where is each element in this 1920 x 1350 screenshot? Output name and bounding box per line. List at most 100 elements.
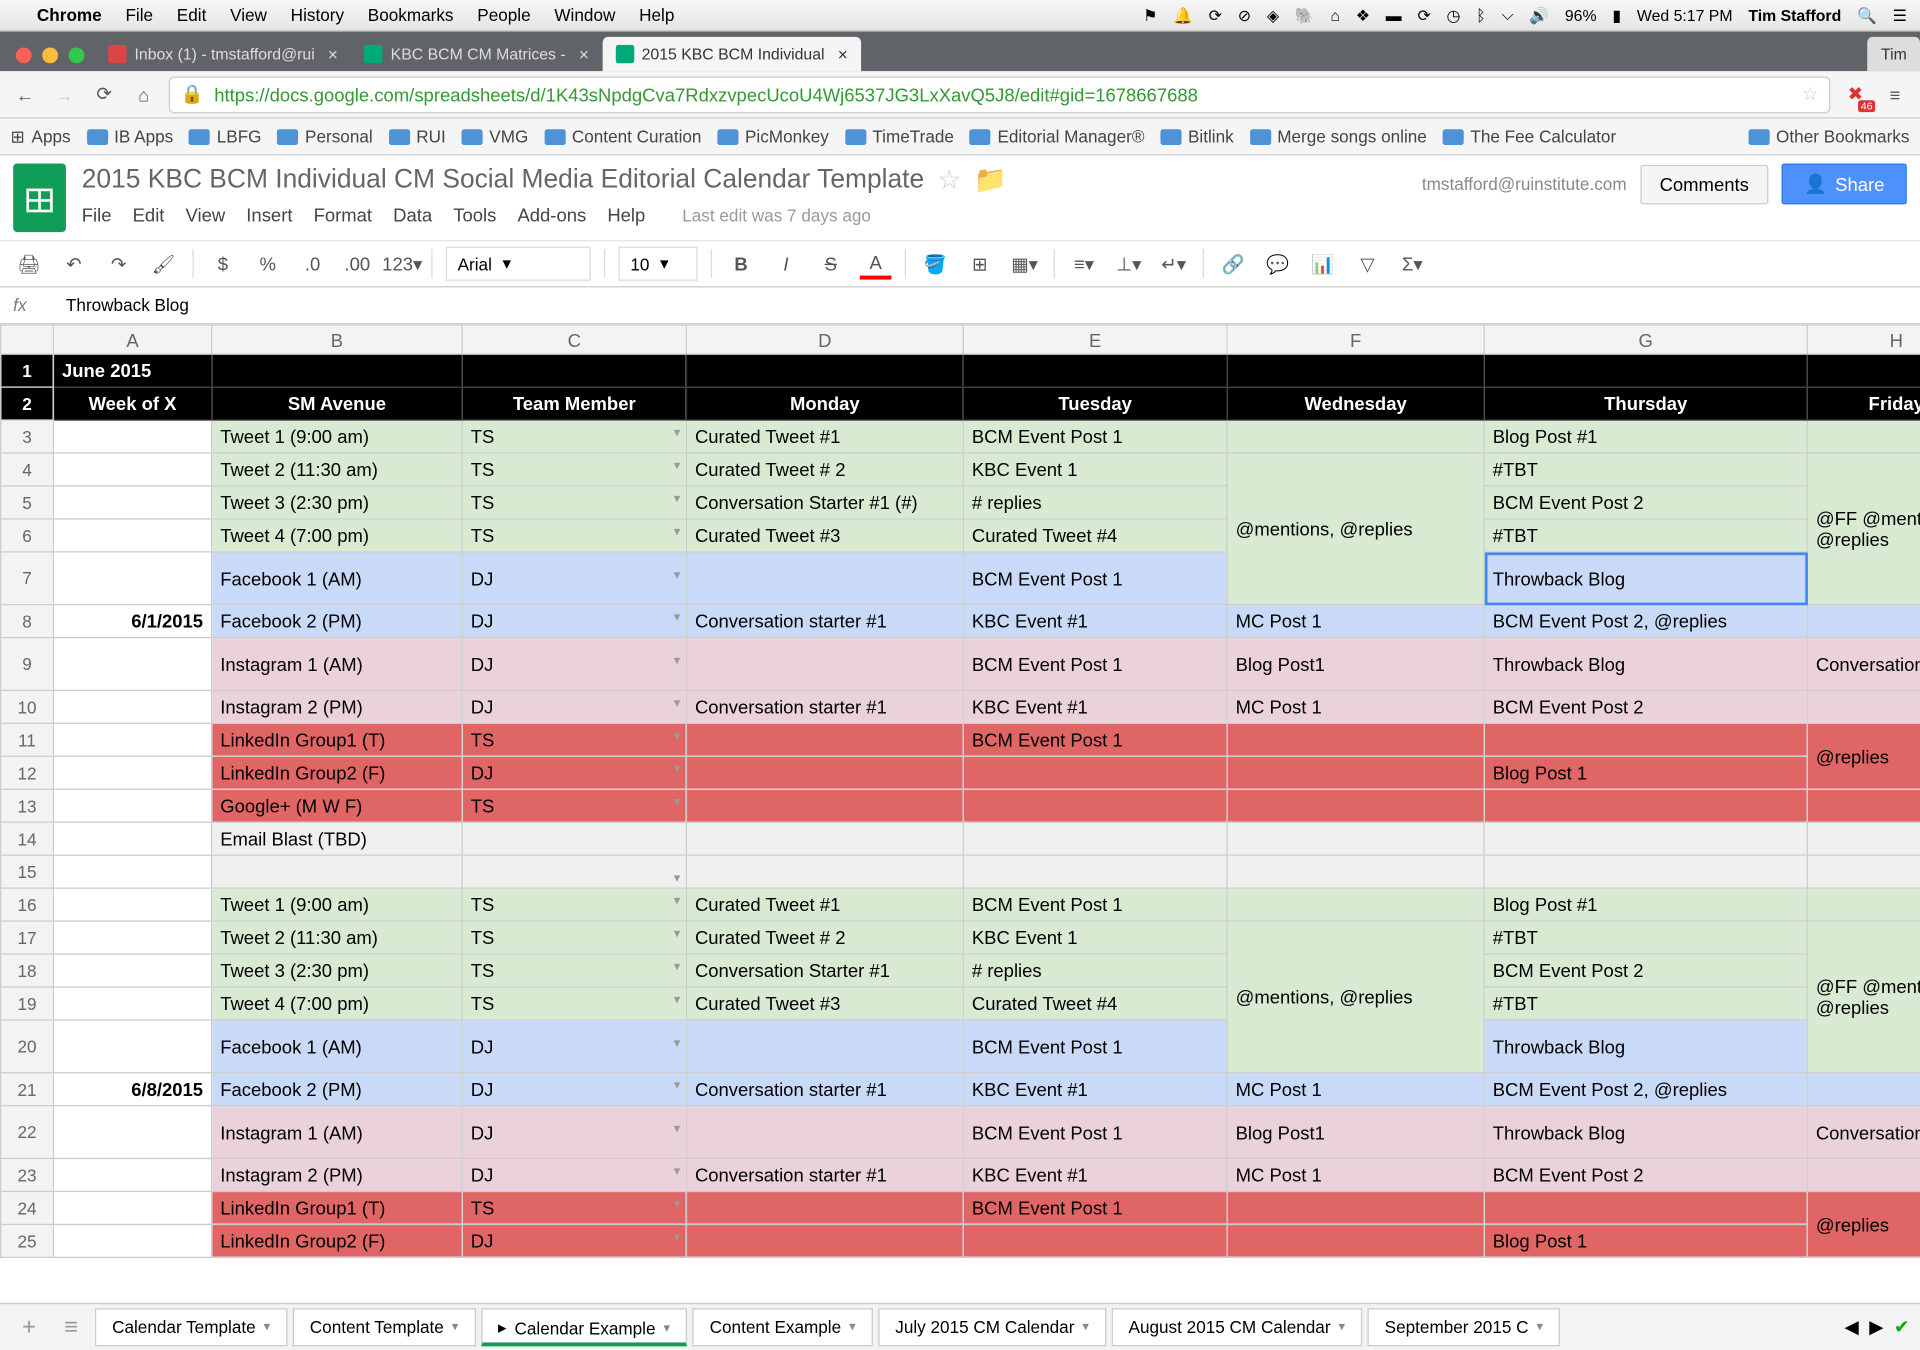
sheet-tab[interactable]: Content Template▾ xyxy=(293,1308,476,1346)
document-title[interactable]: 2015 KBC BCM Individual CM Social Media … xyxy=(82,165,924,195)
doc-menu-data[interactable]: Data xyxy=(393,204,432,225)
cell[interactable]: Blog Post 1 xyxy=(1484,756,1807,789)
reload-button[interactable]: ⟳ xyxy=(90,80,119,109)
extension-icon[interactable]: ✖46 xyxy=(1841,80,1870,109)
cell[interactable] xyxy=(53,1224,211,1257)
cell[interactable] xyxy=(1807,420,1920,453)
cell[interactable] xyxy=(53,1106,211,1159)
row-header[interactable]: 23 xyxy=(1,1158,54,1191)
close-tab-icon[interactable]: × xyxy=(579,44,589,64)
cell[interactable]: MC Post 1 xyxy=(1227,1158,1484,1191)
row-header[interactable]: 4 xyxy=(1,453,54,486)
cell[interactable] xyxy=(462,822,686,855)
menubar-icon[interactable]: ❖ xyxy=(1356,6,1370,24)
cell[interactable] xyxy=(53,519,211,552)
row-header[interactable]: 8 xyxy=(1,605,54,638)
cell[interactable] xyxy=(53,888,211,921)
column-header[interactable]: B xyxy=(212,325,463,354)
cell[interactable]: LinkedIn Group1 (T) xyxy=(212,1191,463,1224)
cell[interactable]: TS xyxy=(462,954,686,987)
cell[interactable]: Thursday xyxy=(1484,387,1807,420)
cell[interactable]: BCM Event Post 1 xyxy=(963,1191,1227,1224)
cell[interactable]: MC Post 1 xyxy=(1227,605,1484,638)
decrease-decimal-icon[interactable]: .0 xyxy=(297,248,329,280)
mac-menu-people[interactable]: People xyxy=(477,5,530,25)
sheet-tab[interactable]: Content Example▾ xyxy=(692,1308,872,1346)
profile-button[interactable]: Tim xyxy=(1868,37,1920,71)
cell[interactable]: TS xyxy=(462,486,686,519)
sheet-tab[interactable]: August 2015 CM Calendar▾ xyxy=(1111,1308,1362,1346)
comments-button[interactable]: Comments xyxy=(1640,164,1769,204)
cell[interactable]: BCM Event Post 1 xyxy=(963,1020,1227,1073)
row-header[interactable]: 15 xyxy=(1,855,54,888)
cell[interactable]: Instagram 1 (AM) xyxy=(212,638,463,691)
cell[interactable]: Tweet 4 (7:00 pm) xyxy=(212,519,463,552)
column-header[interactable]: H xyxy=(1807,325,1920,354)
menubar-icon[interactable]: ◈ xyxy=(1267,6,1279,24)
app-name[interactable]: Chrome xyxy=(37,5,102,25)
row-header[interactable]: 13 xyxy=(1,789,54,822)
insert-comment-icon[interactable]: 💬 xyxy=(1262,248,1294,280)
battery-icon[interactable]: ▮ xyxy=(1612,6,1621,24)
cell[interactable] xyxy=(1227,855,1484,888)
cell[interactable]: 6/1/2015 xyxy=(53,605,211,638)
insert-link-icon[interactable]: 🔗 xyxy=(1217,248,1249,280)
bluetooth-icon[interactable]: ᛒ xyxy=(1476,6,1485,24)
menubar-icon[interactable]: ⌂ xyxy=(1330,6,1340,24)
doc-menu-format[interactable]: Format xyxy=(314,204,372,225)
cell[interactable]: Instagram 2 (PM) xyxy=(212,690,463,723)
wifi-icon[interactable]: ⌵ xyxy=(1502,5,1514,25)
explore-icon[interactable]: ✔ xyxy=(1894,1316,1909,1338)
row-header[interactable]: 20 xyxy=(1,1020,54,1073)
mac-menu-history[interactable]: History xyxy=(291,5,344,25)
text-wrap-icon[interactable]: ↵▾ xyxy=(1158,248,1190,280)
cell[interactable]: Blog Post #1 xyxy=(1484,420,1807,453)
cell[interactable] xyxy=(53,921,211,954)
cell[interactable] xyxy=(1807,1158,1920,1191)
sheet-dropdown-icon[interactable]: ▾ xyxy=(1082,1320,1089,1335)
menubar-icon[interactable]: ⊘ xyxy=(1238,6,1251,24)
cell[interactable] xyxy=(1807,789,1920,822)
bold-icon[interactable]: B xyxy=(725,248,757,280)
doc-menu-view[interactable]: View xyxy=(186,204,226,225)
column-header[interactable]: C xyxy=(462,325,686,354)
cell[interactable]: DJ xyxy=(462,1073,686,1106)
cell[interactable]: Tweet 2 (11:30 am) xyxy=(212,453,463,486)
cell[interactable]: 6/8/2015 xyxy=(53,1073,211,1106)
cell[interactable] xyxy=(963,789,1227,822)
row-header[interactable]: 18 xyxy=(1,954,54,987)
cell[interactable]: MC Post 1 xyxy=(1227,1073,1484,1106)
cell[interactable] xyxy=(686,638,963,691)
cell[interactable] xyxy=(1484,354,1807,387)
cell[interactable]: # replies xyxy=(963,954,1227,987)
font-select[interactable]: Arial▾ xyxy=(446,247,591,281)
user-name[interactable]: Tim Stafford xyxy=(1748,6,1841,24)
bookmark-star-icon[interactable]: ☆ xyxy=(1802,83,1819,105)
row-header[interactable]: 10 xyxy=(1,690,54,723)
cell[interactable] xyxy=(212,354,463,387)
close-tab-icon[interactable]: × xyxy=(838,44,848,64)
doc-menu-insert[interactable]: Insert xyxy=(246,204,292,225)
cell[interactable]: TS xyxy=(462,723,686,756)
cell[interactable]: Instagram 1 (AM) xyxy=(212,1106,463,1159)
cell[interactable] xyxy=(686,723,963,756)
bookmark-item[interactable]: ⊞Apps xyxy=(11,126,71,147)
cell[interactable]: KBC Event 1 xyxy=(963,921,1227,954)
cell[interactable] xyxy=(686,855,963,888)
cell[interactable] xyxy=(53,1020,211,1073)
cell[interactable]: Throwback Blog xyxy=(1484,1106,1807,1159)
sheet-menu-icon[interactable]: ▸ xyxy=(498,1317,507,1338)
cell[interactable] xyxy=(53,420,211,453)
bookmark-item[interactable]: LBFG xyxy=(189,127,261,147)
sheet-dropdown-icon[interactable]: ▾ xyxy=(849,1320,856,1335)
sheet-tab[interactable]: ▸Calendar Example▾ xyxy=(481,1308,687,1346)
forward-button[interactable]: → xyxy=(50,80,79,109)
row-header[interactable]: 22 xyxy=(1,1106,54,1159)
cell[interactable]: Team Member xyxy=(462,387,686,420)
cell[interactable]: Tweet 3 (2:30 pm) xyxy=(212,954,463,987)
cell[interactable]: @replies xyxy=(1807,723,1920,789)
cell[interactable]: #TBT xyxy=(1484,519,1807,552)
cell[interactable] xyxy=(53,638,211,691)
browser-tab[interactable]: Inbox (1) - tmstafford@rui× xyxy=(95,37,351,71)
cell[interactable] xyxy=(963,855,1227,888)
